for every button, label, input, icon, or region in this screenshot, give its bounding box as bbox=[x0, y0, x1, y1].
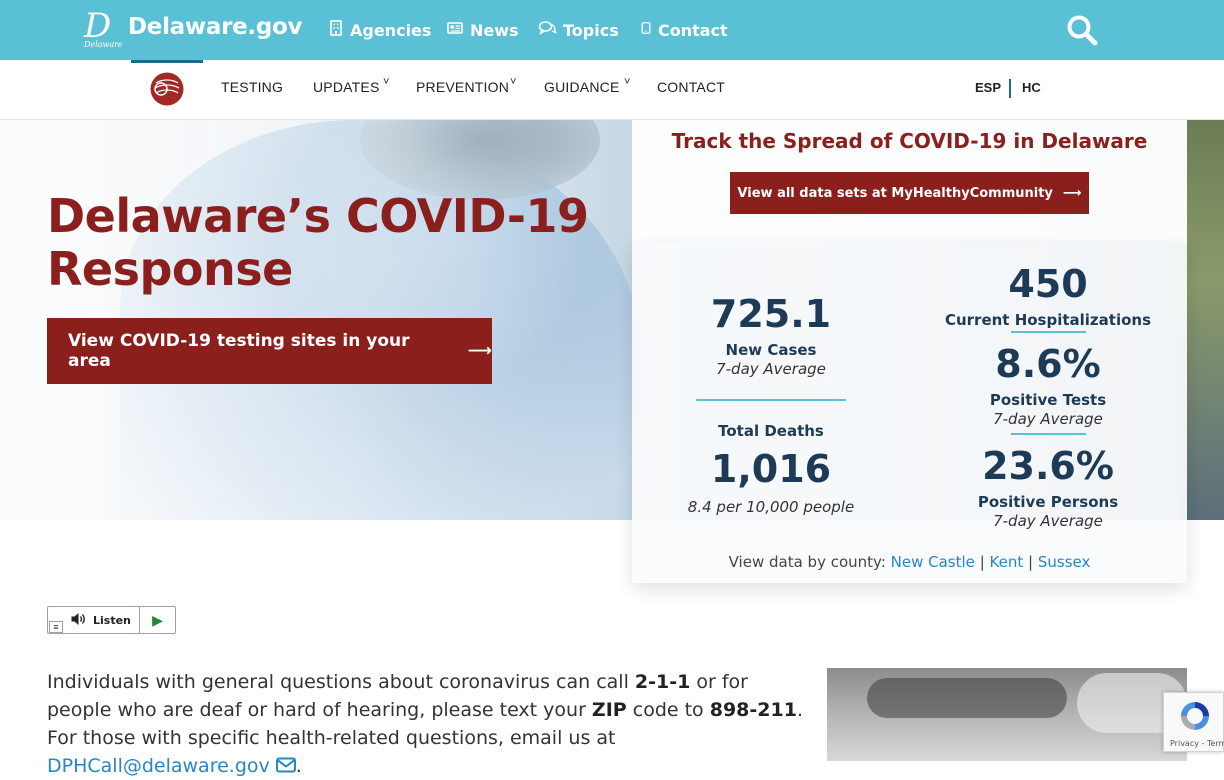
phone-number: 2-1-1 bbox=[634, 671, 691, 693]
arrow-right-icon: ⟶ bbox=[1062, 185, 1082, 201]
envelope-icon bbox=[275, 755, 296, 777]
county-separator: | bbox=[1028, 553, 1034, 571]
intro-paragraph: Individuals with general questions about… bbox=[47, 668, 807, 780]
data-sets-label: View all data sets at MyHealthyCommunity bbox=[737, 185, 1053, 201]
total-deaths-sub: 8.4 per 10,000 people bbox=[687, 498, 855, 516]
subnav-testing[interactable]: TESTING bbox=[221, 79, 283, 95]
county-link-new-castle[interactable]: New Castle bbox=[891, 553, 975, 571]
search-button[interactable] bbox=[1064, 12, 1100, 48]
email-link[interactable]: DPHCall@delaware.gov bbox=[47, 755, 296, 777]
nav-contact-label: Contact bbox=[658, 20, 728, 40]
listen-menu-icon[interactable]: ≡ bbox=[49, 621, 63, 633]
intro-text: . bbox=[295, 755, 302, 777]
logo-caption: Delaware bbox=[84, 40, 123, 49]
positive-tests-label: Positive Tests bbox=[989, 391, 1107, 409]
subnav-updates[interactable]: UPDATES bbox=[313, 79, 380, 95]
subnav-guidance[interactable]: GUIDANCE bbox=[544, 79, 620, 95]
total-deaths-label: Total Deaths bbox=[718, 422, 824, 440]
building-icon bbox=[328, 20, 344, 40]
chevron-down-icon[interactable]: ˅ bbox=[510, 76, 516, 88]
new-cases-value: 725.1 bbox=[710, 292, 832, 336]
hospitalizations-value: 450 bbox=[1008, 262, 1088, 306]
positive-persons-sub: 7-day Average bbox=[993, 512, 1103, 530]
hospitalizations-label: Current Hospitalizations bbox=[944, 311, 1152, 329]
language-hc[interactable]: HC bbox=[1022, 80, 1041, 95]
positive-tests-sub: 7-day Average bbox=[993, 410, 1103, 428]
new-cases-label: New Cases bbox=[725, 341, 817, 359]
intro-text: Individuals with general questions about… bbox=[47, 671, 635, 693]
dph-seal-icon[interactable] bbox=[150, 72, 184, 106]
zip-text: ZIP bbox=[591, 699, 627, 721]
total-deaths-value: 1,016 bbox=[710, 447, 832, 491]
delaware-logo-mark[interactable]: D Delaware bbox=[84, 9, 123, 49]
recaptcha-terms[interactable]: Privacy - Terms bbox=[1170, 739, 1224, 748]
email-address: DPHCall@delaware.gov bbox=[47, 755, 270, 777]
testing-sites-button[interactable]: View COVID-19 testing sites in your area… bbox=[47, 318, 492, 384]
recaptcha-badge[interactable]: Privacy - Terms bbox=[1163, 692, 1224, 752]
nav-agencies[interactable]: Agencies bbox=[328, 18, 431, 42]
positive-tests-value: 8.6% bbox=[995, 342, 1101, 386]
chat-bubbles-icon bbox=[538, 20, 557, 40]
stat-divider bbox=[1011, 433, 1086, 435]
search-icon bbox=[1064, 15, 1100, 52]
positive-persons-value: 23.6% bbox=[982, 444, 1114, 488]
nav-contact[interactable]: Contact bbox=[640, 18, 728, 42]
nav-news[interactable]: News bbox=[446, 18, 519, 42]
county-link-sussex[interactable]: Sussex bbox=[1038, 553, 1091, 571]
play-icon[interactable]: ▶ bbox=[140, 612, 175, 629]
nav-topics[interactable]: Topics bbox=[538, 18, 619, 42]
stat-divider bbox=[1011, 331, 1086, 333]
language-esp[interactable]: ESP bbox=[975, 80, 1001, 95]
side-photo-blur bbox=[867, 678, 1067, 718]
side-photo bbox=[827, 668, 1187, 761]
arrow-right-icon: ⟶ bbox=[467, 341, 492, 361]
nav-news-label: News bbox=[470, 20, 519, 40]
listen-widget: Listen ≡ ▶ bbox=[47, 606, 176, 634]
text-number: 898-211 bbox=[709, 699, 797, 721]
tracker-title: Track the Spread of COVID-19 in Delaware bbox=[671, 129, 1148, 153]
stat-divider bbox=[696, 399, 846, 401]
testing-sites-label: View COVID-19 testing sites in your area bbox=[68, 331, 410, 371]
page-title-line2: Response bbox=[47, 242, 293, 296]
data-sets-button[interactable]: View all data sets at MyHealthyCommunity… bbox=[730, 172, 1089, 214]
nav-topics-label: Topics bbox=[563, 20, 619, 40]
nav-agencies-label: Agencies bbox=[350, 20, 432, 40]
mobile-phone-icon bbox=[640, 20, 652, 40]
intro-text: code to bbox=[626, 699, 710, 721]
positive-persons-label: Positive Persons bbox=[977, 493, 1119, 511]
speaker-icon bbox=[70, 612, 87, 629]
newspaper-icon bbox=[446, 20, 464, 40]
county-links: View data by county: New Castle | Kent |… bbox=[632, 553, 1187, 571]
county-separator: | bbox=[979, 553, 985, 571]
chevron-down-icon[interactable]: ˅ bbox=[624, 76, 630, 88]
chevron-down-icon[interactable]: ˅ bbox=[383, 76, 389, 88]
subnav-prevention[interactable]: PREVENTION bbox=[416, 79, 509, 95]
site-name-link[interactable]: Delaware.gov bbox=[128, 14, 303, 40]
active-indicator bbox=[131, 60, 203, 63]
subnav-contact[interactable]: CONTACT bbox=[657, 79, 725, 95]
page-title-line1: Delaware’s COVID-19 bbox=[47, 189, 589, 243]
county-prefix: View data by county: bbox=[728, 553, 886, 571]
county-link-kent[interactable]: Kent bbox=[990, 553, 1024, 571]
language-divider bbox=[1009, 79, 1011, 98]
listen-label: Listen bbox=[93, 613, 131, 627]
page-title: Delaware’s COVID-19 Response bbox=[47, 190, 627, 296]
new-cases-sub: 7-day Average bbox=[716, 360, 826, 378]
